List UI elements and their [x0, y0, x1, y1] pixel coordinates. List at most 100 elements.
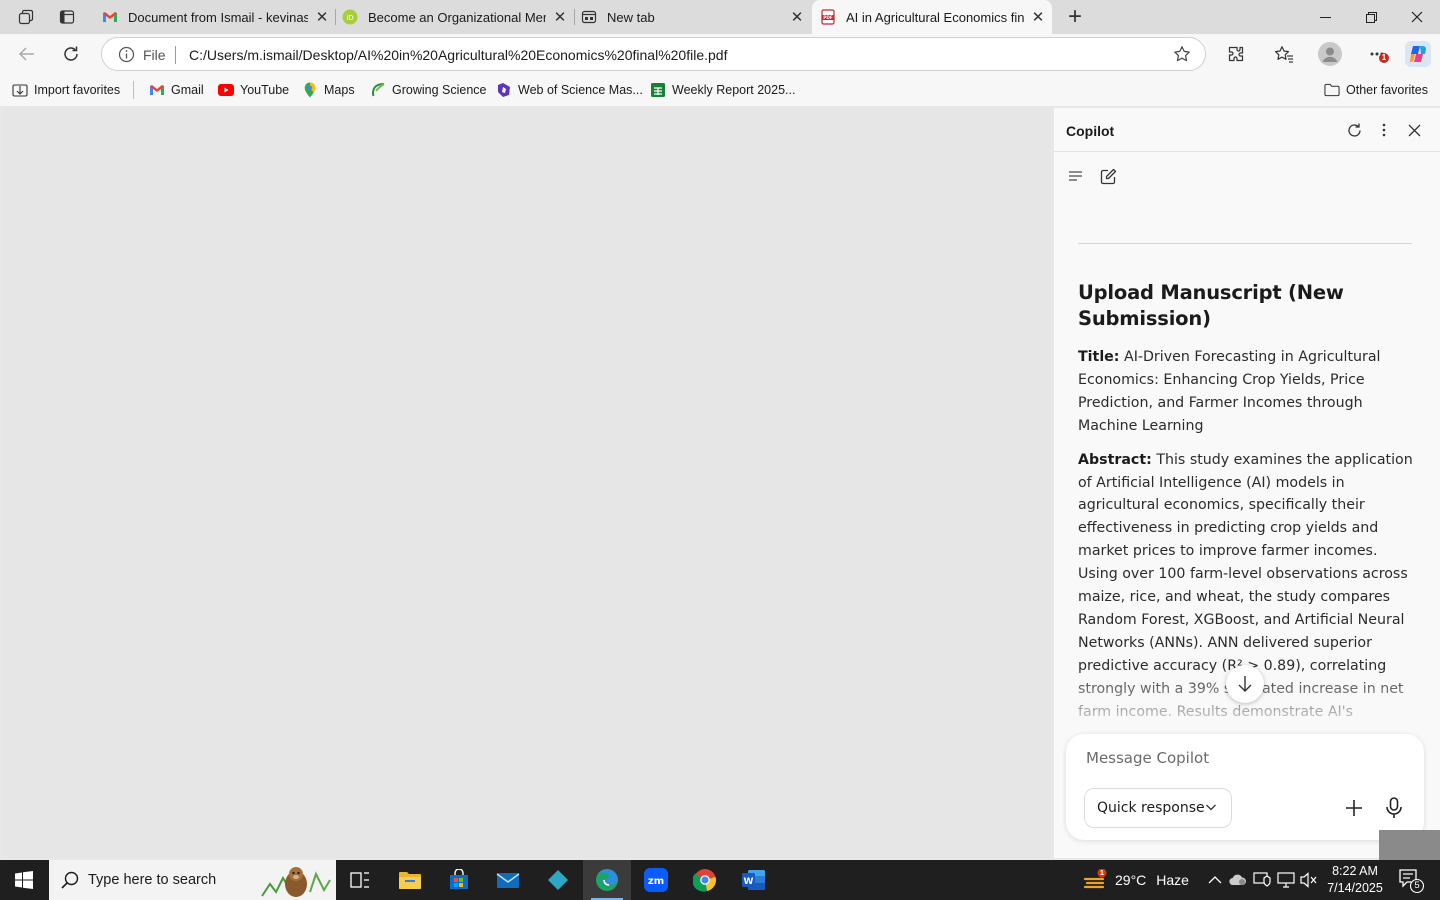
bookmark-label: Maps [324, 83, 355, 97]
back-button[interactable] [11, 38, 43, 70]
scroll-to-bottom-button[interactable] [1226, 665, 1264, 703]
svg-text:iD: iD [346, 14, 353, 22]
taskbar-search[interactable]: Type here to search [49, 860, 336, 900]
word-icon[interactable]: W [730, 860, 778, 900]
growing-science-icon [370, 82, 386, 98]
message-composer: Quick response [1066, 734, 1424, 840]
response-mode-label: Quick response [1097, 800, 1205, 816]
extensions-icon[interactable] [1220, 38, 1252, 70]
minimize-button[interactable] [1302, 0, 1348, 34]
import-icon [12, 82, 28, 98]
bookmark-other-favorites[interactable]: Other favorites [1324, 81, 1428, 99]
bookmark-label: Web of Science Mas... [518, 83, 643, 97]
start-button[interactable] [0, 860, 48, 900]
copilot-title: Copilot [1066, 123, 1115, 139]
response-heading: Upload Manuscript (New Submission) [1078, 281, 1344, 330]
close-icon[interactable] [1404, 120, 1424, 140]
tab-new-tab[interactable]: New tab ✕ [573, 0, 811, 34]
restore-button[interactable] [1348, 0, 1394, 34]
weather-temperature: 29°C [1115, 872, 1147, 888]
microsoft-store-icon[interactable] [435, 860, 483, 900]
newtab-icon [581, 9, 597, 25]
show-hidden-icons-chevron-up-icon[interactable] [1205, 870, 1225, 890]
favorites-icon[interactable] [1268, 38, 1300, 70]
bookmark-label: Import favorites [34, 83, 121, 97]
tab-actions-icon[interactable] [50, 0, 84, 34]
clock-date: 7/14/2025 [1327, 881, 1383, 895]
network-icon[interactable] [1276, 870, 1296, 890]
bookmark-youtube[interactable]: YouTube [218, 81, 289, 99]
youtube-icon [218, 82, 234, 98]
weather-condition: Haze [1156, 872, 1189, 888]
message-input[interactable] [1086, 746, 1406, 770]
refresh-button[interactable] [55, 38, 87, 70]
onedrive-icon[interactable] [1228, 870, 1248, 890]
tab-organizational-membership[interactable]: iD Become an Organizational Memb ✕ [334, 0, 574, 34]
bookmark-label: Weekly Report 2025... [672, 83, 796, 97]
new-tab-button[interactable]: + [1060, 2, 1090, 32]
bookmark-label: Other favorites [1346, 83, 1428, 97]
bookmark-label: Gmail [171, 83, 204, 97]
bookmark-web-of-science[interactable]: Web of Science Mas... [496, 81, 643, 99]
tab-gmail-document[interactable]: Document from Ismail - kevinasuf ✕ [94, 0, 336, 34]
action-center-button[interactable]: 5 [1396, 866, 1426, 894]
mail-icon[interactable] [484, 860, 532, 900]
favorites-bar: Import favorites Gmail YouTube Maps Grow… [0, 74, 1440, 106]
bookmark-weekly-report[interactable]: Weekly Report 2025... [650, 81, 795, 99]
file-explorer-icon[interactable] [386, 860, 434, 900]
add-attachment-icon[interactable] [1338, 792, 1370, 824]
windows-taskbar: Type here to search zm W 1 29°C Haze 8:2… [0, 860, 1440, 900]
chrome-icon[interactable] [681, 860, 729, 900]
url-scheme: File [143, 47, 166, 63]
bookmark-gmail[interactable]: Gmail [149, 81, 204, 99]
response-mode-dropdown[interactable]: Quick response [1084, 788, 1232, 828]
close-window-button[interactable] [1394, 0, 1440, 34]
copilot-sidebar: Copilot Upload Manuscript (New Submissio… [1054, 108, 1440, 858]
snap-overlay [1379, 830, 1440, 860]
edge-icon[interactable] [583, 860, 631, 900]
gmail-icon [102, 9, 118, 25]
url-text[interactable]: C:/Users/m.ismail/Desktop/AI%20in%20Agri… [189, 47, 727, 63]
svg-text:PDF: PDF [823, 15, 833, 20]
workspaces-icon[interactable] [9, 0, 43, 34]
chevron-down-icon [1205, 801, 1217, 817]
more-options-icon[interactable]: 1 [1362, 38, 1394, 70]
zoom-icon[interactable]: zm [632, 860, 680, 900]
bookmark-import-favorites[interactable]: Import favorites [12, 81, 120, 99]
favorites-divider [133, 81, 134, 99]
system-clock[interactable]: 8:22 AM 7/14/2025 [1322, 863, 1388, 897]
task-view-icon[interactable] [336, 860, 384, 900]
pdf-viewer-area[interactable] [3, 108, 1051, 858]
close-tab-icon[interactable]: ✕ [783, 8, 811, 26]
weather-widget[interactable]: 1 29°C Haze [1083, 868, 1189, 891]
profile-avatar[interactable] [1314, 38, 1346, 70]
bookmark-maps[interactable]: Maps [302, 81, 355, 99]
weather-icon: 1 [1083, 868, 1107, 891]
close-tab-icon[interactable]: ✕ [1024, 8, 1052, 26]
new-chat-icon[interactable] [1096, 164, 1120, 188]
close-tab-icon[interactable]: ✕ [308, 8, 336, 26]
refresh-icon[interactable] [1344, 120, 1364, 140]
info-icon[interactable] [118, 46, 135, 68]
volume-muted-icon[interactable] [1299, 870, 1319, 890]
kodi-icon[interactable] [534, 860, 582, 900]
conversation-list-icon[interactable] [1064, 164, 1088, 188]
divider [175, 46, 176, 64]
favorite-star-icon[interactable] [1173, 45, 1191, 68]
more-options-icon[interactable] [1374, 120, 1394, 140]
address-bar[interactable]: File C:/Users/m.ismail/Desktop/AI%20in%2… [101, 37, 1206, 71]
tab-title: Document from Ismail - kevinasuf [128, 9, 308, 25]
maps-pin-icon [302, 82, 318, 98]
svg-text:zm: zm [648, 876, 664, 887]
close-tab-icon[interactable]: ✕ [546, 8, 574, 26]
copilot-icon[interactable] [1402, 38, 1434, 70]
manuscript-title-paragraph: Title: AI-Driven Forecasting in Agricult… [1078, 346, 1418, 438]
sheets-icon [650, 82, 666, 98]
id-icon: iD [342, 9, 358, 25]
tab-ai-agricultural-economics[interactable]: PDF AI in Agricultural Economics final ✕ [812, 0, 1052, 34]
security-icon[interactable] [1252, 870, 1272, 890]
search-placeholder: Type here to search [88, 872, 217, 888]
bookmark-growing-science[interactable]: Growing Science [370, 81, 487, 99]
microphone-icon[interactable] [1378, 792, 1410, 824]
tab-title: New tab [607, 9, 655, 25]
